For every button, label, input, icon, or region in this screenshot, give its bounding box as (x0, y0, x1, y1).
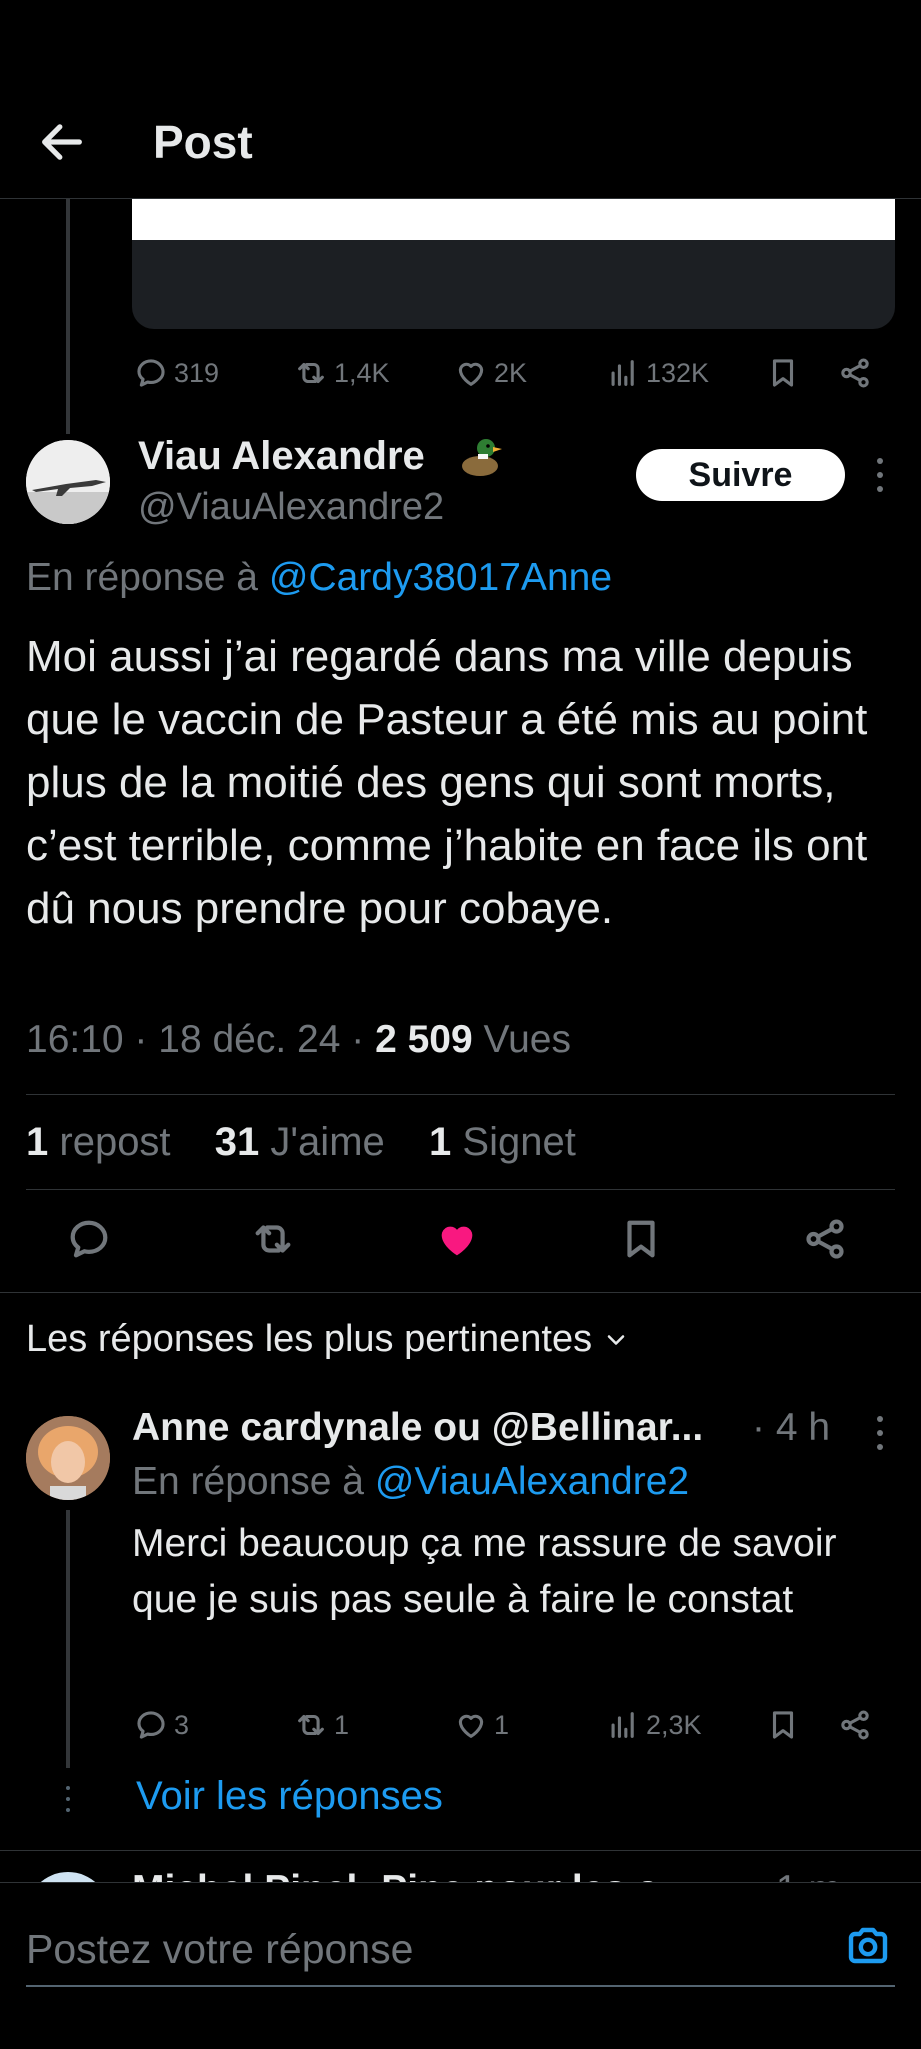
share-button[interactable] (838, 356, 872, 390)
analytics-icon (606, 356, 640, 390)
reply-author-name[interactable]: Anne cardynale ou @Bellinar... (132, 1406, 703, 1450)
analytics-icon (606, 1708, 640, 1742)
views-action[interactable]: 132K (606, 356, 709, 390)
reply-mention-link[interactable]: @ViauAlexandre2 (375, 1460, 689, 1503)
more-options-icon[interactable] (874, 1416, 886, 1450)
repost-action[interactable]: 1 (294, 1708, 349, 1742)
comment-icon (134, 1708, 168, 1742)
share-icon (838, 1708, 872, 1742)
view-count: 2,3K (646, 1709, 702, 1740)
reply-text: Merci beaucoup ça me rassure de savoir q… (132, 1522, 837, 1621)
view-count: 132K (646, 357, 710, 388)
divider (0, 1850, 921, 1851)
like-action[interactable]: 1 (454, 1708, 509, 1742)
divider (26, 1094, 895, 1095)
like-count: 1 (494, 1709, 510, 1740)
heart-icon (454, 1708, 488, 1742)
concorde-avatar-image (26, 440, 110, 524)
input-underline (26, 1985, 895, 1987)
back-button[interactable] (36, 116, 88, 168)
tweet-text: Moi aussi j’ai regardé dans ma ville dep… (26, 632, 868, 933)
replies-sort-label: Les réponses les plus pertinentes (26, 1318, 593, 1360)
user-avatar-image (26, 1416, 110, 1500)
like-count: 2K (494, 357, 528, 388)
author-name[interactable]: Viau Alexandre (138, 434, 425, 479)
share-icon (838, 356, 872, 390)
timestamp-text[interactable]: 16:10 · 18 déc. 24 · (26, 1018, 364, 1061)
reply-action[interactable]: 319 (134, 356, 219, 390)
arrow-left-icon (42, 124, 82, 160)
follow-button[interactable]: Suivre (636, 449, 845, 501)
reply-time: · 4 h (752, 1406, 831, 1449)
bookmark-icon (766, 1708, 800, 1742)
reply-mention-link[interactable]: @Cardy38017Anne (269, 556, 612, 599)
heart-filled-icon (441, 1226, 473, 1256)
likes-stat[interactable]: 31 J'aime (215, 1120, 385, 1164)
reply-input[interactable] (26, 1919, 826, 1979)
more-options-icon[interactable] (874, 458, 886, 492)
share-icon (806, 1219, 844, 1259)
share-button[interactable] (802, 1216, 854, 1268)
like-button[interactable] (434, 1216, 486, 1268)
comment-icon (70, 1220, 108, 1258)
thread-dots (64, 1786, 72, 1812)
heart-icon (454, 356, 488, 390)
camera-button[interactable] (844, 1921, 896, 1973)
engagement-stats: 1 repost 31 J'aime 1 Signet (26, 1120, 576, 1165)
repost-count: 1,4K (334, 357, 390, 388)
duck-emoji-icon (458, 432, 504, 480)
reply-prefix: En réponse à (132, 1460, 365, 1503)
top-app-bar: Post (0, 0, 921, 199)
like-action[interactable]: 2K (454, 356, 527, 390)
reply-context: En réponse à @ViauAlexandre2 (132, 1460, 689, 1504)
camera-icon (848, 1927, 888, 1964)
comment-icon (134, 356, 168, 390)
bookmarks-stat[interactable]: 1 Signet (429, 1120, 576, 1164)
bookmark-button[interactable] (766, 356, 800, 390)
views-action[interactable]: 2,3K (606, 1708, 702, 1742)
reply-count: 3 (174, 1709, 190, 1740)
reply-context: En réponse à @Cardy38017Anne (26, 556, 612, 600)
views-label: Vues (483, 1018, 571, 1061)
repost-action[interactable]: 1,4K (294, 356, 390, 390)
author-handle[interactable]: @ViauAlexandre2 (138, 486, 444, 529)
replies-sort-dropdown[interactable]: Les réponses les plus pertinentes (26, 1318, 630, 1361)
chevron-down-icon (602, 1326, 630, 1354)
repost-count: 1 (334, 1709, 350, 1740)
reply-prefix: En réponse à (26, 556, 259, 599)
bookmark-button[interactable] (618, 1216, 670, 1268)
repost-button[interactable] (250, 1216, 302, 1268)
divider (0, 1292, 921, 1293)
share-button[interactable] (838, 1708, 872, 1742)
bookmark-button[interactable] (766, 1708, 800, 1742)
avatar[interactable] (26, 1416, 110, 1500)
repost-icon (294, 356, 328, 390)
reply-button[interactable] (66, 1216, 118, 1268)
quoted-media-strip-light (132, 198, 895, 240)
page-title: Post (153, 116, 253, 168)
reply-action[interactable]: 3 (134, 1708, 189, 1742)
thread-line (66, 198, 70, 434)
see-replies-link[interactable]: Voir les réponses (136, 1774, 443, 1819)
bookmark-icon (627, 1220, 655, 1258)
divider (26, 1189, 895, 1190)
tweet-timestamp: 16:10 · 18 déc. 24 · 2 509 Vues (26, 1018, 571, 1062)
repost-icon (294, 1708, 328, 1742)
avatar[interactable] (26, 440, 110, 524)
repost-icon (255, 1225, 291, 1253)
reply-count: 319 (174, 357, 220, 388)
reposts-stat[interactable]: 1 repost (26, 1120, 171, 1164)
bookmark-icon (766, 356, 800, 390)
compose-reply-bar (0, 1882, 921, 2049)
thread-line (66, 1510, 70, 1768)
views-count: 2 509 (375, 1018, 473, 1061)
